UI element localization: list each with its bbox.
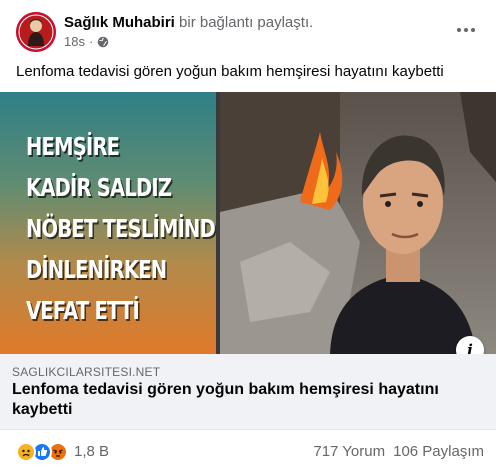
post-time[interactable]: 18s [64, 34, 85, 50]
headline-line: KADİR SALDIZ [26, 173, 172, 202]
page-avatar[interactable] [16, 12, 56, 52]
link-image[interactable]: HEMŞİRE KADİR SALDIZ NÖBET TESLİMİNDE Dİ… [0, 92, 496, 354]
reaction-count: 1,8 B [74, 443, 110, 460]
feed-post: Sağlık Muhabiri bir bağlantı paylaştı. 1… [0, 0, 496, 474]
portrait-illustration [220, 92, 496, 354]
headline-line: DİNLENİRKEN [26, 255, 167, 284]
engagement-stats: 717 Yorum 106 Paylaşım [313, 442, 484, 462]
link-domain: SAGLIKCILARSITESI.NET [12, 365, 161, 379]
post-caption: Lenfoma tedavisi gören yoğun bakım hemşi… [16, 63, 444, 80]
portrait-photo [220, 92, 496, 354]
more-options-button[interactable] [448, 18, 484, 42]
headline-line: NÖBET TESLİMİNDE [26, 214, 228, 243]
avatar-image [16, 12, 56, 52]
shares-count[interactable]: 106 Paylaşım [393, 442, 484, 462]
post-meta: 18s · [64, 34, 109, 50]
post-header: Sağlık Muhabiri bir bağlantı paylaştı. 1… [16, 12, 484, 54]
headline-panel: HEMŞİRE KADİR SALDIZ NÖBET TESLİMİNDE Dİ… [0, 92, 228, 354]
comments-count[interactable]: 717 Yorum [313, 442, 385, 462]
sad-reaction-icon [16, 442, 36, 462]
info-icon: i [467, 341, 473, 354]
reactions-summary[interactable]: 1,8 B [16, 442, 109, 462]
more-dot [471, 28, 475, 32]
more-dot [457, 28, 461, 32]
link-preview[interactable]: SAGLIKCILARSITESI.NET Lenfoma tedavisi g… [0, 354, 496, 430]
globe-icon[interactable] [97, 36, 109, 48]
post-stats: 1,8 B 717 Yorum 106 Paylaşım [16, 440, 484, 464]
meta-separator: · [88, 34, 94, 49]
headline-line: VEFAT ETTİ [26, 296, 140, 325]
author-name[interactable]: Sağlık Muhabiri [64, 14, 175, 31]
post-action-text: bir bağlantı paylaştı. [179, 14, 314, 31]
headline-line: HEMŞİRE [26, 132, 120, 161]
link-title[interactable]: Lenfoma tedavisi gören yoğun bakım hemşi… [12, 380, 476, 420]
headline-text: HEMŞİRE KADİR SALDIZ NÖBET TESLİMİNDE Dİ… [26, 126, 228, 331]
more-dot [464, 28, 468, 32]
